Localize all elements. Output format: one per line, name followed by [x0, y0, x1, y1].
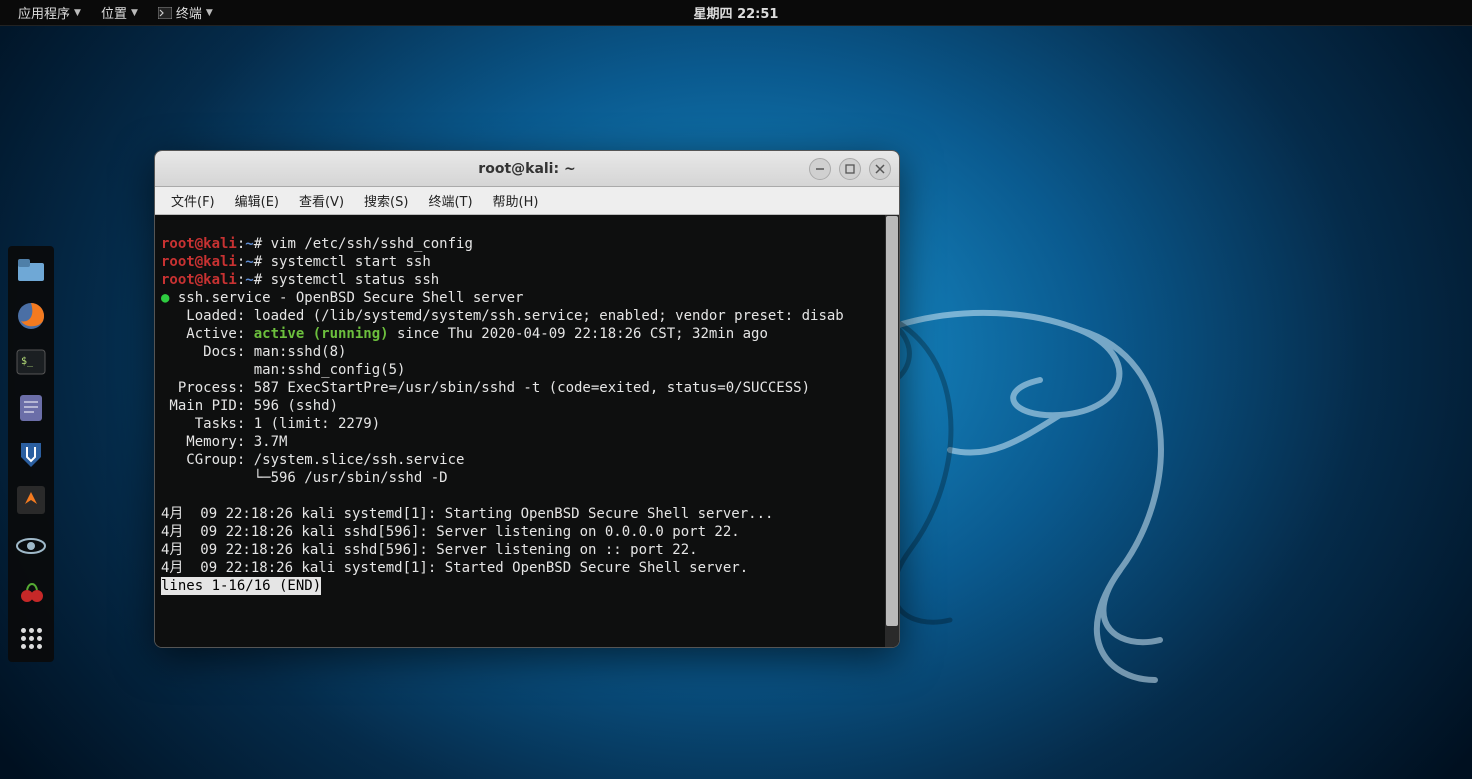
terminal-mini-icon [158, 7, 172, 19]
metasploit-icon [17, 439, 45, 469]
prompt-path: ~ [245, 254, 253, 270]
menu-terminal[interactable]: 终端(T) [418, 191, 482, 210]
close-button[interactable] [869, 158, 891, 180]
maximize-icon [845, 164, 855, 174]
prompt-hash: # [254, 236, 262, 252]
panel-places[interactable]: 位置 ▼ [91, 3, 148, 22]
menu-file[interactable]: 文件(F) [161, 191, 225, 210]
output-line: └─596 /usr/sbin/sshd -D [161, 470, 448, 486]
output-line: Tasks: 1 (limit: 2279) [161, 416, 380, 432]
panel-applications[interactable]: 应用程序 ▼ [8, 3, 91, 22]
dock-apps-grid[interactable] [13, 620, 49, 656]
maximize-button[interactable] [839, 158, 861, 180]
scrollbar[interactable] [885, 215, 899, 647]
panel-clock[interactable]: 星期四 22:51 [694, 3, 779, 22]
terminal-icon: $_ [16, 349, 46, 375]
output-line: Main PID: 596 (sshd) [161, 398, 338, 414]
output-line: man:sshd_config(5) [161, 362, 405, 378]
firefox-icon [16, 301, 46, 331]
menubar: 文件(F) 编辑(E) 查看(V) 搜索(S) 终端(T) 帮助(H) [155, 187, 899, 215]
prompt-user: root@kali [161, 254, 237, 270]
window-title: root@kali: ~ [478, 161, 575, 177]
dock-eye[interactable] [13, 528, 49, 564]
burp-icon [17, 486, 45, 514]
top-panel: 应用程序 ▼ 位置 ▼ 终端 ▼ 星期四 22:51 [0, 0, 1472, 26]
command-text: systemctl status ssh [262, 272, 439, 288]
svg-text:$_: $_ [21, 356, 34, 367]
dock-burp[interactable] [13, 482, 49, 518]
prompt-hash: # [254, 272, 262, 288]
log-line: 4月 09 22:18:26 kali sshd[596]: Server li… [161, 524, 740, 540]
service-header: ssh.service - OpenBSD Secure Shell serve… [169, 290, 523, 306]
chevron-down-icon: ▼ [131, 8, 138, 18]
log-line: 4月 09 22:18:26 kali systemd[1]: Started … [161, 560, 748, 576]
close-icon [875, 164, 885, 174]
terminal-body[interactable]: root@kali:~# vim /etc/ssh/sshd_config ro… [155, 215, 899, 647]
panel-terminal-label: 终端 [176, 3, 202, 22]
log-line: 4月 09 22:18:26 kali systemd[1]: Starting… [161, 506, 773, 522]
cherrytree-icon [17, 578, 45, 606]
active-status: active (running) [254, 326, 389, 342]
panel-terminal[interactable]: 终端 ▼ [148, 3, 223, 22]
minimize-button[interactable] [809, 158, 831, 180]
prompt-path: ~ [245, 272, 253, 288]
dock-terminal[interactable]: $_ [13, 344, 49, 380]
chevron-down-icon: ▼ [74, 8, 81, 18]
output-line: since Thu 2020-04-09 22:18:26 CST; 32min… [389, 326, 768, 342]
output-line: Docs: man:sshd(8) [161, 344, 346, 360]
files-icon [16, 257, 46, 283]
output-line: Loaded: loaded (/lib/systemd/system/ssh.… [161, 308, 844, 324]
log-line: 4月 09 22:18:26 kali sshd[596]: Server li… [161, 542, 698, 558]
minimize-icon [815, 164, 825, 174]
scrollbar-thumb[interactable] [886, 216, 898, 626]
menu-edit[interactable]: 编辑(E) [225, 191, 289, 210]
window-controls [809, 158, 891, 180]
menu-help[interactable]: 帮助(H) [483, 191, 549, 210]
command-text: systemctl start ssh [262, 254, 431, 270]
dock-files[interactable] [13, 252, 49, 288]
output-line: CGroup: /system.slice/ssh.service [161, 452, 464, 468]
dock-firefox[interactable] [13, 298, 49, 334]
dock-texteditor[interactable] [13, 390, 49, 426]
output-label: Active: [161, 326, 254, 342]
prompt-hash: # [254, 254, 262, 270]
menu-search[interactable]: 搜索(S) [354, 191, 418, 210]
prompt-user: root@kali [161, 272, 237, 288]
prompt-path: ~ [245, 236, 253, 252]
panel-applications-label: 应用程序 [18, 3, 70, 22]
pager-end-marker: lines 1-16/16 (END) [161, 577, 321, 595]
prompt-user: root@kali [161, 236, 237, 252]
panel-clock-text: 星期四 22:51 [694, 7, 779, 22]
panel-left: 应用程序 ▼ 位置 ▼ 终端 ▼ [8, 3, 223, 22]
command-text: vim /etc/ssh/sshd_config [262, 236, 473, 252]
texteditor-icon [17, 393, 45, 423]
menu-view[interactable]: 查看(V) [289, 191, 354, 210]
apps-grid-icon [21, 628, 42, 649]
eye-icon [15, 536, 47, 556]
dock-metasploit[interactable] [13, 436, 49, 472]
dock: $_ [8, 246, 54, 662]
chevron-down-icon: ▼ [206, 8, 213, 18]
output-line: Memory: 3.7M [161, 434, 287, 450]
terminal-window: root@kali: ~ 文件(F) 编辑(E) 查看(V) 搜索(S) 终端(… [154, 150, 900, 648]
titlebar[interactable]: root@kali: ~ [155, 151, 899, 187]
output-line: Process: 587 ExecStartPre=/usr/sbin/sshd… [161, 380, 810, 396]
panel-places-label: 位置 [101, 3, 127, 22]
dock-cherrytree[interactable] [13, 574, 49, 610]
